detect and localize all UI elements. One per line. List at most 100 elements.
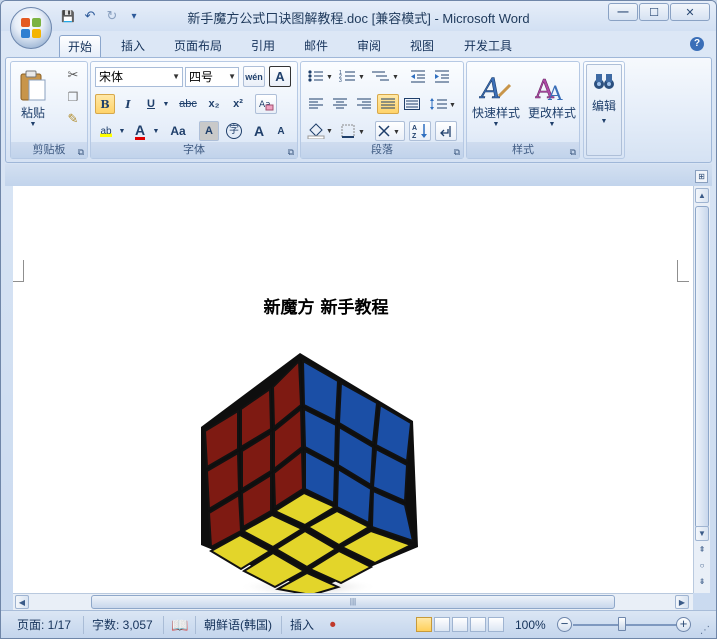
dialog-launcher-icon[interactable]: ⧉ <box>78 144 84 160</box>
bullets-button[interactable]: ▼ <box>305 66 335 86</box>
borders-button[interactable]: ▼ <box>339 121 369 141</box>
sort-button[interactable]: AZ <box>409 121 431 141</box>
zoom-in-button[interactable]: + <box>676 617 691 632</box>
word-count[interactable]: 字数: 3,057 <box>92 616 153 634</box>
maximize-button[interactable]: ☐ <box>639 3 669 21</box>
shading-button[interactable]: ▼ <box>305 121 335 141</box>
resize-grip-icon[interactable]: ⋰ <box>700 625 710 636</box>
chevron-down-icon[interactable]: ▼ <box>117 121 127 141</box>
tab-page-layout[interactable]: 页面布局 <box>166 35 230 57</box>
macro-record-icon[interactable]: ⏺ <box>330 616 336 634</box>
clipboard-group: 粘贴 ▼ ✂ ❐ ✎ 剪贴板 ⧉ <box>10 61 88 159</box>
justify-button[interactable] <box>377 94 399 114</box>
enclose-char-label: 字 <box>226 123 242 139</box>
editing-button[interactable]: 编辑 ▼ <box>586 64 622 156</box>
enclose-char-button[interactable]: 字 <box>223 121 245 141</box>
clear-formatting-button[interactable]: Aa <box>255 94 277 114</box>
multilevel-list-button[interactable]: ▼ <box>369 66 401 86</box>
tab-home[interactable]: 开始 <box>59 35 102 57</box>
prev-page-icon[interactable]: ⇞ <box>695 542 709 557</box>
tab-view[interactable]: 视图 <box>402 35 442 57</box>
vertical-scroll-thumb[interactable] <box>695 206 709 528</box>
strikethrough-button[interactable]: abc <box>175 94 201 114</box>
outline-view-icon[interactable] <box>470 617 486 632</box>
copy-icon[interactable]: ❐ <box>63 88 83 106</box>
office-button[interactable] <box>10 7 52 49</box>
tab-review[interactable]: 审阅 <box>349 35 389 57</box>
underline-button[interactable]: U <box>141 94 161 114</box>
language-status[interactable]: 朝鲜语(韩国) <box>204 616 272 634</box>
insert-mode-status[interactable]: 插入 <box>290 616 314 634</box>
proofing-icon[interactable]: 📖 <box>171 616 188 634</box>
align-left-button[interactable] <box>305 94 327 114</box>
highlight-button[interactable]: ab <box>95 121 117 141</box>
tab-insert[interactable]: 插入 <box>113 35 153 57</box>
full-screen-reading-icon[interactable] <box>434 617 450 632</box>
dialog-launcher-icon[interactable]: ⧉ <box>570 144 576 160</box>
superscript-button[interactable]: x² <box>227 94 249 114</box>
zoom-level[interactable]: 100% <box>515 616 546 634</box>
zoom-slider-thumb[interactable] <box>618 617 626 631</box>
bold-button[interactable]: B <box>95 94 115 114</box>
change-case-button[interactable]: Aa <box>165 121 191 141</box>
paste-button[interactable]: 粘贴 ▼ <box>15 64 51 134</box>
draft-view-icon[interactable] <box>488 617 504 632</box>
char-border-button[interactable]: A <box>269 66 291 87</box>
scroll-right-icon[interactable]: ▶ <box>675 595 689 609</box>
numbering-button[interactable]: 1 2 3 ▼ <box>337 66 367 86</box>
minimize-button[interactable]: — <box>608 3 638 21</box>
grow-font-button[interactable]: A <box>249 121 269 141</box>
quick-styles-button[interactable]: A 快速样式 ▼ <box>469 64 523 136</box>
separator <box>163 616 164 634</box>
cut-icon[interactable]: ✂ <box>63 66 83 84</box>
close-button[interactable]: ✕ <box>670 3 710 21</box>
horizontal-scroll-thumb[interactable]: ||| <box>91 595 615 609</box>
web-layout-icon[interactable] <box>452 617 468 632</box>
separator <box>281 616 282 634</box>
phonetic-guide-button[interactable]: wén <box>243 66 265 87</box>
browse-object-icon[interactable]: ○ <box>695 558 709 573</box>
asian-layout-button[interactable]: ▼ <box>375 121 405 141</box>
tab-mailings[interactable]: 邮件 <box>296 35 336 57</box>
shrink-font-button[interactable]: A <box>271 121 291 141</box>
scroll-left-icon[interactable]: ◀ <box>15 595 29 609</box>
dialog-launcher-icon[interactable]: ⧉ <box>288 144 294 160</box>
horizontal-scrollbar[interactable]: ◀ ||| ▶ <box>13 593 693 610</box>
quick-styles-icon: A <box>479 72 512 104</box>
font-group-label-bar: 字体 ⧉ <box>91 142 297 158</box>
dialog-launcher-icon[interactable]: ⧉ <box>454 144 460 160</box>
format-painter-icon[interactable]: ✎ <box>63 110 83 128</box>
increase-indent-button[interactable] <box>431 66 453 86</box>
line-spacing-button[interactable]: ▼ <box>427 94 457 114</box>
title-bar: 💾 ↶ ↻ ▾ 新手魔方公式口诀图解教程.doc [兼容模式] - Micros… <box>1 1 716 31</box>
change-styles-button[interactable]: AA 更改样式 ▼ <box>525 64 579 136</box>
italic-button[interactable]: I <box>118 94 138 114</box>
subscript-button[interactable]: x₂ <box>203 94 225 114</box>
bullet-list-icon: ▼ <box>308 70 333 82</box>
document-page[interactable]: 新魔方 新手教程 <box>13 186 693 593</box>
zoom-out-button[interactable]: − <box>557 617 572 632</box>
next-page-icon[interactable]: ⇟ <box>695 574 709 589</box>
decrease-indent-button[interactable] <box>407 66 429 86</box>
scroll-down-icon[interactable]: ▼ <box>695 526 709 541</box>
tab-developer[interactable]: 开发工具 <box>456 35 520 57</box>
view-ruler-icon[interactable]: ⊞ <box>695 170 708 183</box>
vertical-scrollbar[interactable]: ▲ ▼ ⇞ ○ ⇟ <box>693 186 710 593</box>
char-shading-button[interactable]: A <box>199 121 219 141</box>
tab-references[interactable]: 引用 <box>243 35 283 57</box>
chevron-down-icon[interactable]: ▼ <box>161 94 171 114</box>
show-marks-button[interactable] <box>435 121 457 141</box>
help-icon[interactable]: ? <box>690 37 704 51</box>
font-name-combo[interactable]: 宋体 ▼ <box>95 67 183 87</box>
scroll-up-icon[interactable]: ▲ <box>695 188 709 203</box>
paste-dropdown-icon: ▼ <box>29 121 37 128</box>
align-center-button[interactable] <box>329 94 351 114</box>
chevron-down-icon[interactable]: ▼ <box>151 121 161 141</box>
font-size-combo[interactable]: 四号 ▼ <box>185 67 239 87</box>
print-layout-view-icon[interactable] <box>416 617 432 632</box>
font-color-button[interactable]: A <box>129 121 151 141</box>
distributed-button[interactable] <box>401 94 423 114</box>
status-bar: 页面: 1/17 字数: 3,057 📖 朝鲜语(韩国) 插入 ⏺ 100% −… <box>1 610 716 638</box>
align-right-button[interactable] <box>353 94 375 114</box>
page-count[interactable]: 页面: 1/17 <box>17 616 71 634</box>
